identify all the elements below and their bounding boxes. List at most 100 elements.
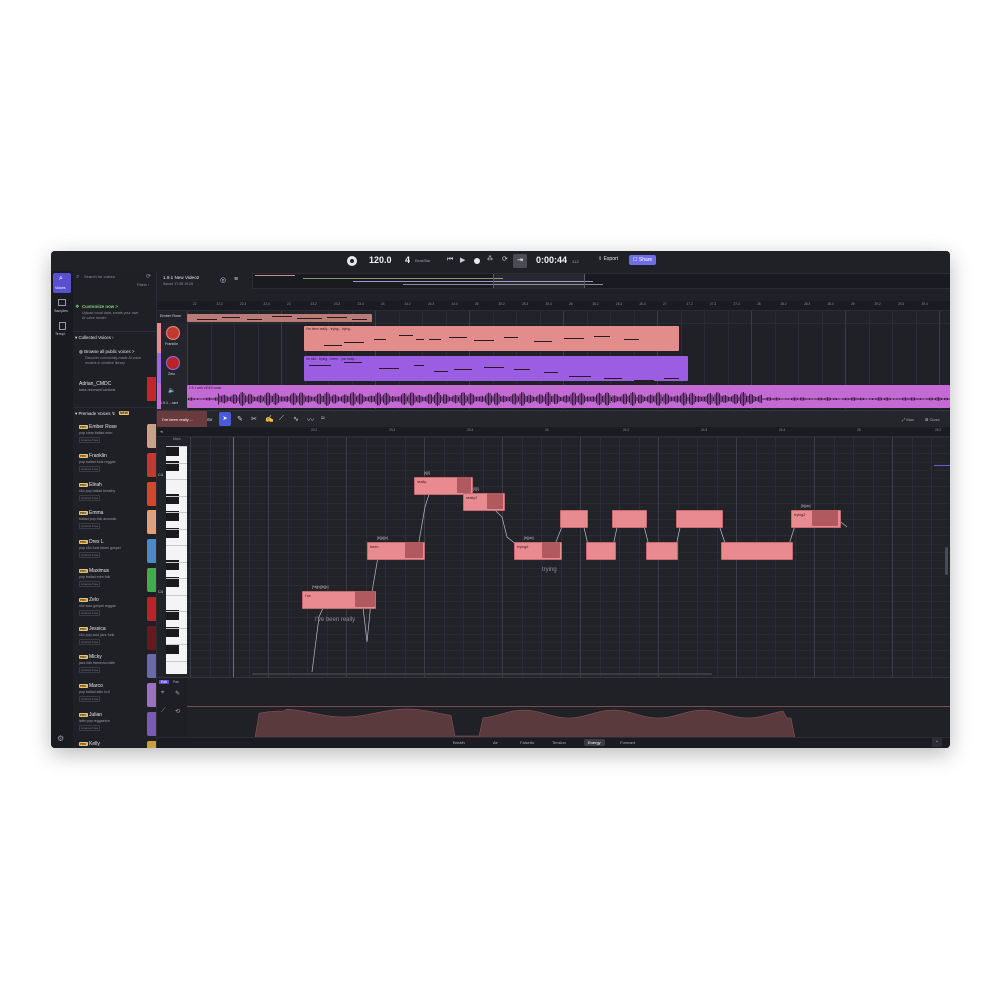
voice-item[interactable]: PRO Drex Lpop r&b funk blues gospel Licens…: [73, 537, 156, 565]
voice-search-input[interactable]: Search for voices: [84, 274, 144, 281]
pro-badge: PRO: [79, 482, 88, 487]
share-button[interactable]: ☐ Share: [629, 255, 657, 265]
edit-mode-button[interactable]: Edit: [159, 680, 169, 684]
vertical-scrollbar[interactable]: [945, 547, 948, 575]
close-editor-button[interactable]: ⊠ Close: [925, 417, 940, 422]
collected-toggle[interactable]: ▾ Collected Voices ›: [75, 335, 114, 341]
voice-item[interactable]: PRO Julian latin pop reggaeton License Free: [73, 710, 156, 738]
tab-falsetto[interactable]: Falsetto: [520, 740, 534, 745]
settings-icon[interactable]: ⚙: [57, 734, 64, 743]
timeline-overview[interactable]: [252, 273, 950, 289]
select-tool-icon[interactable]: ⌖: [161, 690, 164, 697]
browse-desc: Discover community-made AI voice models …: [85, 356, 142, 365]
bpm-value[interactable]: 120.0: [369, 255, 392, 265]
smooth-icon[interactable]: ≈: [321, 415, 325, 422]
record-icon[interactable]: [474, 258, 480, 264]
horizontal-scrollbar[interactable]: [252, 673, 712, 675]
beats-value[interactable]: 4: [405, 255, 410, 265]
pointer-tool-icon[interactable]: ➤: [219, 412, 231, 426]
line-tool-icon[interactable]: ⟋: [161, 708, 165, 715]
skip-back-icon[interactable]: ⏮: [447, 256, 453, 264]
note-tail: [542, 542, 560, 558]
parameter-lane[interactable]: [187, 678, 950, 738]
voice-item[interactable]: PRO Maximus pop ballad edm folk License Fre…: [73, 566, 156, 594]
voice-item[interactable]: PRO Micky jazz folk flamenco latin License …: [73, 652, 156, 680]
scissors-tool-icon[interactable]: ✂: [251, 415, 257, 423]
snap-icon[interactable]: ⇥: [513, 254, 527, 268]
collected-voice-item[interactable]: Adrian_CMDC bass resonant baritone: [73, 375, 156, 403]
track-name: 1.9.1 ...ract: [160, 401, 178, 405]
voice-item[interactable]: PRO Emma ballad pop folk acoustic License F…: [73, 508, 156, 536]
nav-samples[interactable]: Samples: [53, 297, 71, 317]
draw-tool-icon[interactable]: ✎: [175, 690, 180, 697]
tab-breath[interactable]: Breath: [453, 740, 465, 745]
note[interactable]: [721, 542, 793, 560]
license-badge: License Free: [79, 638, 101, 645]
track-header-zelo[interactable]: Zelo: [157, 353, 187, 384]
note[interactable]: [586, 542, 616, 560]
voice-item[interactable]: PROKellyLicense Free: [73, 739, 156, 748]
metronome-icon[interactable]: ⁂: [487, 255, 493, 262]
note[interactable]: [612, 510, 647, 528]
note-tail: [812, 510, 838, 526]
export-button[interactable]: ⇪ Export: [598, 256, 618, 262]
pencil-tool-icon[interactable]: ✎: [237, 415, 243, 423]
note[interactable]: [646, 542, 678, 560]
mixer-icon[interactable]: ≡: [234, 276, 238, 283]
voice-name: Micky: [89, 654, 102, 661]
clip-ember[interactable]: [187, 314, 372, 322]
tab-energy[interactable]: Energy: [584, 739, 605, 746]
track-header-audio[interactable]: 🔈 1.9.1 ...ract: [157, 383, 187, 410]
license-badge: License Free: [79, 667, 101, 674]
tab-air[interactable]: Air: [493, 740, 498, 745]
voice-desc: r&b soul gospel reggae: [79, 603, 116, 608]
energy-area[interactable]: [187, 708, 950, 738]
record-mode-icon[interactable]: [347, 256, 357, 266]
note[interactable]: [676, 510, 723, 528]
browse-public-voices-link[interactable]: ◍ Browse all public voices >: [79, 349, 134, 355]
loop-icon[interactable]: ⟳: [502, 255, 508, 263]
nav-templates[interactable]: Templ.: [53, 320, 71, 340]
reset-tool-icon[interactable]: ⟲: [175, 708, 180, 715]
pitch-line-icon[interactable]: ⟋: [279, 415, 284, 423]
note[interactable]: [560, 510, 588, 528]
pro-badge: PRO: [79, 425, 88, 429]
customize-link[interactable]: Customize now >: [82, 304, 118, 309]
refresh-icon[interactable]: ⟳: [146, 273, 151, 280]
clip-note: [247, 319, 262, 320]
timeline-ruler[interactable]: 22 22.2 22.3 22.4 23 23.2 23.3 23.4 24 24.2 24.3 24…: [157, 301, 950, 311]
customize-icon: ❖: [75, 304, 80, 310]
voice-item[interactable]: PRO Ember Rose pop clear ballad edm License…: [73, 422, 156, 450]
overview-viewport[interactable]: [493, 274, 585, 288]
track-header-franklin[interactable]: Franklin: [157, 323, 187, 354]
pitch-draw-icon[interactable]: ✍: [265, 415, 274, 423]
avatar: [147, 654, 156, 679]
voice-item[interactable]: PRO Jessica r&b pop soul jazz funk License …: [73, 624, 156, 652]
maximize-button[interactable]: ⤢ Max: [902, 417, 914, 422]
mode-label[interactable]: SV: [207, 417, 212, 422]
voice-item[interactable]: PRO Franklin pop ballad funk reggae License…: [73, 451, 156, 479]
clip-title: I've been really ...: [162, 417, 194, 422]
parameter-panel: Edit Pan ⌖ ✎ ⟋ ⟲: [157, 677, 950, 738]
voice-item[interactable]: PRO Zelo r&b soul gospel reggae License Fre…: [73, 595, 156, 623]
nav-voices[interactable]: ⌕ Voices: [53, 273, 71, 293]
tab-formant[interactable]: Formant: [620, 740, 635, 745]
track-settings-icon[interactable]: ◎: [220, 276, 226, 284]
clip-zelo[interactable]: I'm still... trying... been... you baby.…: [304, 356, 688, 381]
voice-item[interactable]: PRO Elirah r&b pop ballad breathy License F…: [73, 480, 156, 508]
vibrato-icon[interactable]: 〰: [307, 415, 314, 425]
tab-tension[interactable]: Tension: [552, 740, 566, 745]
voice-item[interactable]: PRO Marco pop ballad latin lo-fi License Fr…: [73, 681, 156, 709]
play-icon[interactable]: ▶: [460, 256, 465, 264]
clip-label: I've been really... trying... trying...: [306, 327, 353, 331]
project-title[interactable]: 1.9.1 New Video2: [163, 275, 199, 280]
pan-mode-button[interactable]: Pan: [173, 680, 179, 684]
pitch-curve-icon[interactable]: ∿: [293, 415, 299, 423]
filters-button[interactable]: Filters ›: [137, 283, 149, 287]
premade-toggle[interactable]: ▾ Premade Voices ↯: [75, 411, 115, 417]
chevron-down-icon[interactable]: ⌄: [932, 738, 942, 747]
clip-franklin[interactable]: I've been really... trying... trying...: [304, 326, 679, 351]
speaker-icon: 🔈: [168, 388, 176, 394]
clip-note: [309, 365, 331, 366]
clip-audio[interactable]: 1.9.1 with VIDEO main: [187, 385, 950, 408]
